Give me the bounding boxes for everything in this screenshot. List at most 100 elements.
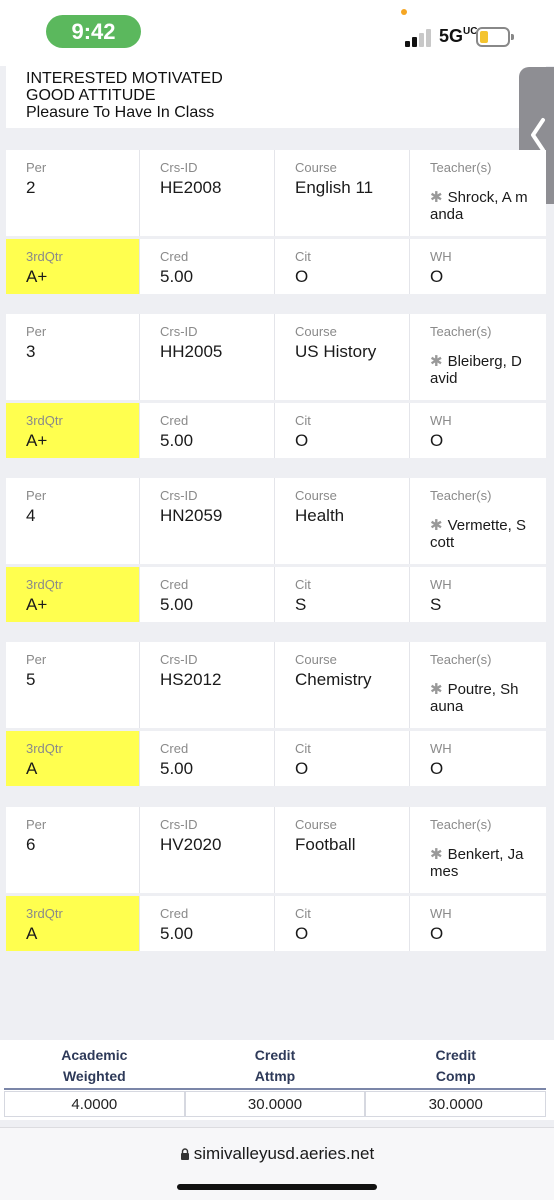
mark-label: 3rdQtr (26, 249, 63, 264)
header-line: Weighted (62, 1068, 126, 1084)
course-id-cell: Crs-ID HS2012 (140, 642, 275, 728)
mark-cell: 3rdQtr A+ (6, 239, 140, 294)
period-label: Per (26, 817, 47, 832)
credit-value: 5.00 (160, 267, 194, 286)
asterisk-icon: ✱ (430, 517, 443, 534)
citizenship-label: Cit (295, 413, 311, 428)
teacher-name: Vermette, Scott (430, 517, 526, 551)
citizenship-label: Cit (295, 741, 311, 756)
citizenship-value: O (295, 759, 309, 778)
teacher-name: Poutre, Sh auna (430, 681, 519, 715)
browser-address-bar[interactable]: simivalleyusd.aeries.net (0, 1127, 554, 1200)
teacher-value[interactable]: ✱ Bleiberg, D avid (430, 353, 530, 387)
teacher-value[interactable]: ✱ Benkert, Ja mes (430, 846, 530, 880)
course-name-cell: Course Health (275, 478, 410, 564)
comment-line: Pleasure To Have In Class (26, 104, 215, 121)
comment-line: INTERESTED MOTIVATED (26, 70, 223, 87)
citizenship-label: Cit (295, 249, 311, 264)
credit-label: Cred (160, 249, 189, 264)
header-line: Academic (61, 1047, 128, 1063)
network-label: 5G (439, 26, 464, 46)
chevron-left-icon (531, 118, 545, 152)
credit-cell: Cred 5.00 (140, 896, 275, 951)
course-name-value: Health (295, 506, 345, 525)
comment-line: GOOD ATTITUDE (26, 87, 156, 104)
header-credit-attempted: Credit Attmp (185, 1043, 366, 1088)
course-info-row: Per 6 Crs-ID HV2020 Course Football Teac… (6, 807, 546, 893)
url-display[interactable]: simivalleyusd.aeries.net (0, 1144, 554, 1164)
credit-value: 5.00 (160, 759, 194, 778)
credit-cell: Cred 5.00 (140, 239, 275, 294)
citizenship-label: Cit (295, 577, 311, 592)
home-indicator[interactable] (177, 1184, 377, 1190)
summary-value-row: 4.0000 30.0000 30.0000 (4, 1091, 547, 1117)
work-habits-label: WH (430, 741, 452, 756)
course-info-row: Per 3 Crs-ID HH2005 Course US History Te… (6, 314, 546, 400)
credit-attempted-value: 30.0000 (184, 1091, 366, 1117)
mark-value: A (26, 759, 38, 778)
work-habits-label: WH (430, 413, 452, 428)
teacher-value[interactable]: ✱ Shrock, A manda (430, 189, 530, 223)
work-habits-value: O (430, 924, 444, 943)
header-credit-completed: Credit Comp (365, 1043, 546, 1088)
status-time: 9:42 (46, 15, 141, 48)
url-text: simivalleyusd.aeries.net (193, 1144, 375, 1163)
period-label: Per (26, 160, 47, 175)
course-id-cell: Crs-ID HH2005 (140, 314, 275, 400)
citizenship-cell: Cit O (275, 731, 410, 786)
course-name-label: Course (295, 488, 337, 503)
teacher-label: Teacher(s) (430, 160, 492, 175)
teacher-cell: Teacher(s) ✱ Poutre, Sh auna (410, 642, 546, 728)
citizenship-value: O (295, 431, 309, 450)
teacher-name: Bleiberg, D avid (430, 353, 522, 387)
period-value: 3 (26, 342, 36, 361)
credit-value: 5.00 (160, 431, 194, 450)
credit-cell: Cred 5.00 (140, 567, 275, 622)
mark-value: A+ (26, 595, 48, 614)
course-id-value: HV2020 (160, 835, 222, 854)
course-id-label: Crs-ID (160, 652, 198, 667)
teacher-cell: Teacher(s) ✱ Bleiberg, D avid (410, 314, 546, 400)
course-name-cell: Course Chemistry (275, 642, 410, 728)
period-label: Per (26, 324, 47, 339)
citizenship-cell: Cit O (275, 403, 410, 458)
asterisk-icon: ✱ (430, 681, 443, 698)
teacher-value[interactable]: ✱ Poutre, Sh auna (430, 681, 530, 715)
header-academic-weighted: Academic Weighted (4, 1043, 185, 1088)
course-name-value: Chemistry (295, 670, 372, 689)
teacher-name: Benkert, Ja mes (430, 846, 524, 880)
credit-label: Cred (160, 413, 189, 428)
summary-header-row: Academic Weighted Credit Attmp Credit Comp (4, 1043, 546, 1090)
header-line: Comp (435, 1068, 476, 1084)
asterisk-icon: ✱ (430, 353, 443, 370)
teacher-cell: Teacher(s) ✱ Benkert, Ja mes (410, 807, 546, 893)
course-name-label: Course (295, 324, 337, 339)
lock-icon (180, 1148, 189, 1160)
period-cell: Per 5 (6, 642, 140, 728)
work-habits-cell: WH O (410, 239, 546, 294)
mark-label: 3rdQtr (26, 906, 63, 921)
course-name-cell: Course US History (275, 314, 410, 400)
credit-cell: Cred 5.00 (140, 403, 275, 458)
course-id-cell: Crs-ID HN2059 (140, 478, 275, 564)
citizenship-value: S (295, 595, 307, 614)
status-bar: 9:42 5GUC (0, 0, 554, 66)
period-cell: Per 4 (6, 478, 140, 564)
work-habits-value: O (430, 267, 444, 286)
period-cell: Per 2 (6, 150, 140, 236)
course-info-row: Per 2 Crs-ID HE2008 Course English 11 Te… (6, 150, 546, 236)
period-label: Per (26, 488, 47, 503)
teacher-cell: Teacher(s) ✱ Vermette, Scott (410, 478, 546, 564)
teacher-value[interactable]: ✱ Vermette, Scott (430, 517, 530, 551)
credit-value: 5.00 (160, 924, 194, 943)
citizenship-label: Cit (295, 906, 311, 921)
mark-cell: 3rdQtr A+ (6, 403, 140, 458)
course-info-row: Per 4 Crs-ID HN2059 Course Health Teache… (6, 478, 546, 564)
course-grade-row: 3rdQtr A+ Cred 5.00 Cit O WH O (6, 239, 546, 294)
mark-value: A (26, 924, 38, 943)
teacher-label: Teacher(s) (430, 324, 492, 339)
mark-value: A+ (26, 431, 48, 450)
work-habits-value: O (430, 431, 444, 450)
course-id-value: HE2008 (160, 178, 222, 197)
privacy-indicator-dot (401, 9, 407, 15)
